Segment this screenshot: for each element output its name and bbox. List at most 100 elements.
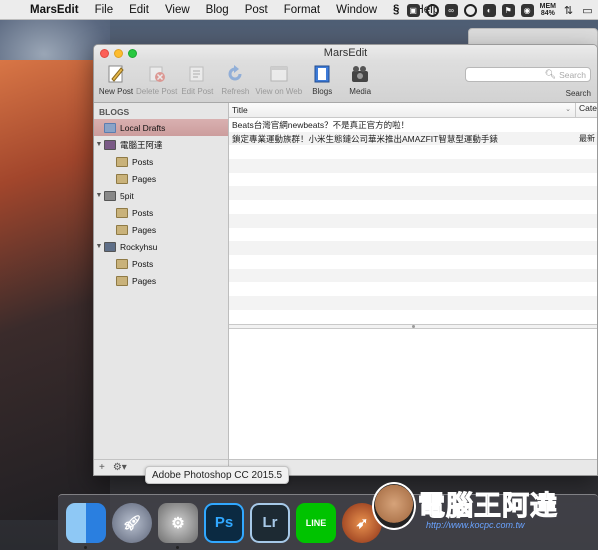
refresh-icon (224, 63, 246, 85)
refresh-button[interactable]: Refresh (217, 61, 253, 96)
sidebar-item-posts[interactable]: Posts (94, 153, 228, 170)
system-preferences-icon[interactable]: ⚙ (158, 502, 198, 549)
pages-folder-icon (116, 275, 128, 286)
media-button[interactable]: Media (342, 61, 378, 96)
table-row-empty (229, 213, 597, 228)
drive-sync-icon[interactable]: ⇅ (562, 4, 575, 17)
sidebar-item-label: Rockyhsu (120, 241, 158, 252)
memory-indicator[interactable]: MEM 84% (540, 3, 556, 17)
sidebar-item-label: Pages (132, 224, 157, 235)
post-category: 最新 (579, 134, 595, 144)
lightroom-icon[interactable]: Lr (250, 502, 290, 543)
post-list: Beats台灣官網newbeats？不是真正官方的啦！ 鎖定專業運動族群！小米生… (229, 118, 597, 323)
table-row-empty (229, 186, 597, 201)
menu-post[interactable]: Post (237, 4, 276, 16)
delete-post-button[interactable]: Delete Post (136, 61, 177, 96)
posts-folder-icon (116, 156, 128, 167)
evernote-status-icon[interactable]: ◐ (482, 3, 496, 17)
splitter-grip-icon[interactable] (411, 325, 415, 328)
status-menu-area: ▣ ∞ ◐ ⚑ ◉ MEM 84% ⇅ ▭ (406, 0, 594, 20)
sidebar-item-label: Posts (132, 258, 154, 269)
table-row-empty (229, 159, 597, 173)
launchpad-icon[interactable]: 🚀︎ (112, 502, 152, 543)
media-label: Media (349, 87, 372, 96)
table-row-empty (229, 310, 597, 324)
watermark-url: http://www.kocpc.com.tw (426, 520, 525, 530)
edit-post-icon (186, 63, 208, 85)
sidebar-item-label: 5pit (120, 190, 134, 201)
memory-label: MEM (539, 3, 556, 10)
post-list-header: Title ⌄ Categ (229, 103, 597, 118)
running-indicator (84, 545, 87, 549)
edit-post-button[interactable]: Edit Post (179, 61, 215, 96)
menu-format[interactable]: Format (276, 4, 328, 16)
table-row[interactable]: Beats台灣官網newbeats？不是真正官方的啦！ (229, 118, 597, 132)
search-input[interactable]: 🔍︎ Search (465, 67, 591, 82)
toolbar: New Post Delete Post Edit Post Refresh V… (94, 61, 597, 103)
sidebar-item-label: Pages (132, 275, 157, 286)
disclosure-triangle-icon[interactable]: ▼ (94, 192, 104, 199)
dropbox-status-icon[interactable]: ▣ (406, 3, 420, 17)
watermark-mascot-icon (372, 482, 416, 530)
window-titlebar[interactable]: MarsEdit (94, 45, 597, 61)
edit-post-label: Edit Post (181, 87, 214, 96)
view-on-web-label: View on Web (255, 87, 303, 96)
add-blog-button[interactable]: + (99, 462, 105, 473)
search-icon: 🔍︎ (544, 69, 557, 79)
category-column-header[interactable]: Categ (575, 103, 597, 118)
sidebar-item-pages[interactable]: Pages (94, 221, 228, 238)
sidebar-item-posts[interactable]: Posts (94, 204, 228, 221)
menu-bar: MarsEdit File Edit View Blog Post Format… (0, 0, 598, 20)
running-indicator (176, 545, 179, 549)
sidebar-item-posts[interactable]: Posts (94, 255, 228, 272)
posts-folder-icon (116, 207, 128, 218)
sidebar-item-pages[interactable]: Pages (94, 170, 228, 187)
menu-file[interactable]: File (87, 4, 122, 16)
menu-app-name[interactable]: MarsEdit (22, 4, 87, 16)
finder-icon[interactable] (66, 502, 106, 549)
table-row-empty (229, 255, 597, 269)
blogs-button[interactable]: Blogs (304, 61, 340, 96)
post-preview-pane[interactable] (229, 329, 597, 475)
disclosure-triangle-icon[interactable]: ▼ (94, 243, 104, 250)
new-post-label: New Post (98, 87, 134, 96)
menu-view[interactable]: View (157, 4, 198, 16)
sidebar-item-label: Local Drafts (120, 122, 166, 133)
airplay-icon[interactable]: ▭ (581, 4, 594, 17)
marsedit-main-window: MarsEdit New Post Delete Post Edit Post … (93, 44, 598, 476)
title-column-header[interactable]: Title (229, 105, 597, 115)
menu-blog[interactable]: Blog (198, 4, 237, 16)
pages-folder-icon (116, 224, 128, 235)
sidebar-item-local-drafts[interactable]: Local Drafts (94, 119, 228, 136)
view-on-web-icon (268, 63, 290, 85)
folder-icon (104, 122, 116, 133)
post-title: Beats台灣官網newbeats？不是真正官方的啦！ (232, 119, 410, 130)
memory-value: 84% (540, 10, 555, 17)
screenshot-camera-icon[interactable]: ◉ (520, 3, 534, 17)
posts-folder-icon (116, 258, 128, 269)
line-icon[interactable]: LINE (296, 502, 336, 543)
table-row-empty (229, 145, 597, 159)
sort-chevron-icon[interactable]: ⌄ (565, 105, 571, 113)
new-post-button[interactable]: New Post (98, 61, 134, 96)
sidebar-item-label: Posts (132, 207, 154, 218)
creative-cloud-icon[interactable]: ∞ (444, 3, 458, 17)
sidebar-blog-1[interactable]: ▼ 電腦王阿達 (94, 136, 228, 153)
disclosure-triangle-icon[interactable]: ▼ (94, 141, 104, 148)
istat-ring-icon[interactable] (425, 3, 439, 17)
menu-window[interactable]: Window (328, 4, 385, 16)
table-row-empty (229, 241, 597, 255)
photoshop-icon[interactable]: Ps (204, 502, 244, 543)
sidebar-blog-2[interactable]: ▼ 5pit (94, 187, 228, 204)
privacy-status-icon[interactable] (463, 3, 477, 17)
flag-status-icon[interactable]: ⚑ (501, 3, 515, 17)
blogs-label: Blogs (312, 87, 333, 96)
table-row[interactable]: 鎖定專業運動族群！小米生態鏈公司華米推出AMAZFIT智慧型運動手錶 最新 (229, 131, 597, 146)
menu-edit[interactable]: Edit (121, 4, 157, 16)
sidebar-blog-3[interactable]: ▼ Rockyhsu (94, 238, 228, 255)
sidebar-actions-gear-icon[interactable]: ⚙▾ (113, 462, 127, 473)
sidebar-item-pages[interactable]: Pages (94, 272, 228, 289)
script-menu-icon[interactable]: § (385, 4, 407, 16)
view-on-web-button[interactable]: View on Web (255, 61, 302, 96)
search-label: Search (565, 89, 591, 98)
